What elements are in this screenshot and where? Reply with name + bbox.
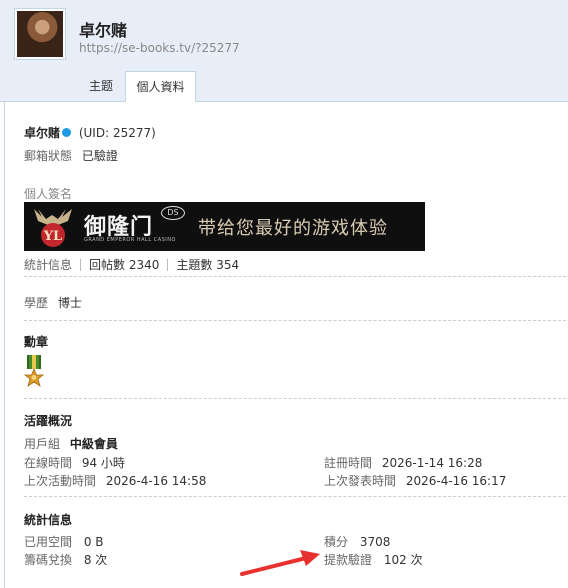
user-group-label: 用戶組	[24, 437, 61, 451]
used-space-row: 已用空間 0 B	[24, 533, 104, 550]
stats-label: 統計信息	[24, 258, 73, 272]
credits-row: 積分 3708	[324, 533, 390, 550]
chips-value: 8 次	[83, 553, 108, 567]
education-value: 博士	[57, 296, 82, 310]
section-divider	[24, 276, 566, 277]
section-divider	[24, 496, 566, 497]
section-divider	[24, 320, 566, 321]
divider-bar	[80, 258, 82, 271]
credits-label: 積分	[324, 535, 349, 549]
online-time-value: 94 小時	[81, 456, 125, 470]
reply-count[interactable]: 回帖數 2340	[89, 258, 159, 272]
profile-url[interactable]: https://se-books.tv/?25277	[79, 41, 240, 55]
divider-bar	[167, 258, 169, 271]
used-space-label: 已用空間	[24, 535, 73, 549]
annotation-arrow-icon	[240, 550, 320, 576]
profile-name[interactable]: 卓尔赌	[24, 126, 60, 140]
last-active-row: 上次活動時間 2026-4-16 14:58	[24, 472, 206, 489]
register-time-row: 註冊時間 2026-1-14 16:28	[324, 454, 482, 471]
banner-brand-sub: GRAND EMPEROR HALL CASINO	[84, 237, 176, 243]
statistics-title: 統計信息	[24, 513, 73, 527]
last-active-value: 2026-4-16 14:58	[105, 474, 207, 488]
profile-header: 卓尔赌 https://se-books.tv/?25277 主题 個人資料	[0, 0, 568, 102]
withdraw-value: 102 次	[383, 553, 423, 567]
education-label: 學歷	[24, 296, 49, 310]
stats-summary-row: 統計信息 回帖數 2340 主題數 354	[24, 256, 239, 273]
banner-slogan: 带给您最好的游戏体验	[198, 218, 388, 239]
chips-row: 籌碼兌換 8 次	[24, 551, 107, 568]
tab-topics[interactable]: 主题	[82, 71, 120, 102]
used-space-value: 0 B	[83, 535, 104, 549]
register-time-label: 註冊時間	[324, 456, 373, 470]
register-time-value: 2026-1-14 16:28	[381, 456, 483, 470]
online-status-icon	[62, 128, 72, 137]
chips-label: 籌碼兌換	[24, 553, 73, 567]
last-post-value: 2026-4-16 16:17	[405, 474, 507, 488]
thread-count[interactable]: 主題數 354	[176, 258, 239, 272]
profile-name-row: 卓尔赌 (UID: 25277)	[24, 124, 156, 141]
profile-uid: (UID: 25277)	[78, 126, 156, 140]
avatar-image	[17, 11, 63, 57]
withdraw-label: 提款驗證	[324, 553, 373, 567]
section-divider	[24, 398, 566, 399]
profile-content	[4, 102, 568, 588]
medals-title: 勳章	[24, 335, 49, 349]
online-time-label: 在線時間	[24, 456, 73, 470]
signature-banner[interactable]: YL 御隆门 GRAND EMPEROR HALL CASINO DS 带给您最…	[24, 202, 425, 251]
last-post-row: 上次發表時間 2026-4-16 16:17	[324, 472, 506, 489]
credits-value: 3708	[359, 535, 391, 549]
svg-text:YL: YL	[43, 229, 62, 244]
tab-profile[interactable]: 個人資料	[125, 71, 196, 102]
user-group-value[interactable]: 中級會員	[70, 437, 118, 451]
casino-logo-icon: YL	[34, 209, 72, 247]
last-post-label: 上次發表時間	[324, 474, 397, 488]
medal-icon[interactable]	[24, 355, 44, 388]
user-group-row: 用戶組 中級會員	[24, 435, 118, 452]
avatar[interactable]	[14, 8, 66, 60]
online-time-row: 在線時間 94 小時	[24, 454, 125, 471]
signature-label: 個人簽名	[24, 187, 73, 201]
email-status-row: 郵箱狀態 已驗證	[24, 147, 118, 164]
education-row: 學歷 博士	[24, 294, 82, 311]
banner-ds-badge: DS	[161, 206, 185, 220]
email-status-value: 已驗證	[81, 149, 118, 163]
email-status-label: 郵箱狀態	[24, 149, 73, 163]
last-active-label: 上次活動時間	[24, 474, 97, 488]
header-username: 卓尔赌	[79, 21, 128, 40]
withdraw-row: 提款驗證 102 次	[324, 551, 423, 568]
activity-title: 活躍概況	[24, 414, 73, 428]
